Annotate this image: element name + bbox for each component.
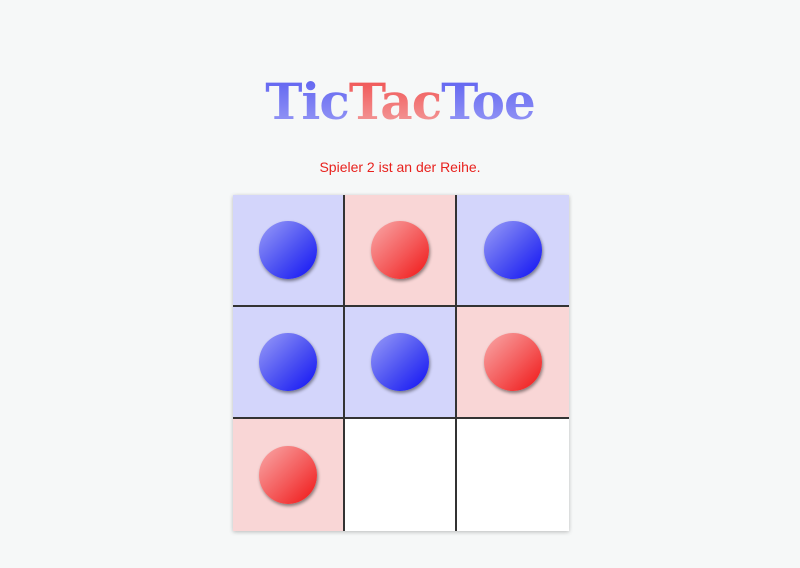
game-board [233, 195, 569, 531]
blue-disc-icon [259, 333, 317, 391]
board-cell-0-0[interactable] [233, 195, 345, 307]
board-cell-1-1[interactable] [345, 307, 457, 419]
title-part-tic: Tic [265, 71, 350, 131]
turn-status: Spieler 2 ist an der Reihe. [319, 159, 481, 175]
blue-disc-icon [259, 221, 317, 279]
blue-disc-icon [484, 221, 542, 279]
title-part-toe: Toe [441, 71, 536, 131]
board-cell-2-1[interactable] [345, 419, 457, 531]
board-cell-0-1[interactable] [345, 195, 457, 307]
red-disc-icon [371, 221, 429, 279]
board-cell-0-2[interactable] [457, 195, 569, 307]
page-title: TicTacToe [0, 72, 800, 131]
red-disc-icon [259, 446, 317, 504]
board-cell-2-0[interactable] [233, 419, 345, 531]
board-cell-1-0[interactable] [233, 307, 345, 419]
board-cell-1-2[interactable] [457, 307, 569, 419]
board-cell-2-2[interactable] [457, 419, 569, 531]
title-part-tac: Tac [348, 71, 442, 131]
red-disc-icon [484, 333, 542, 391]
blue-disc-icon [371, 333, 429, 391]
